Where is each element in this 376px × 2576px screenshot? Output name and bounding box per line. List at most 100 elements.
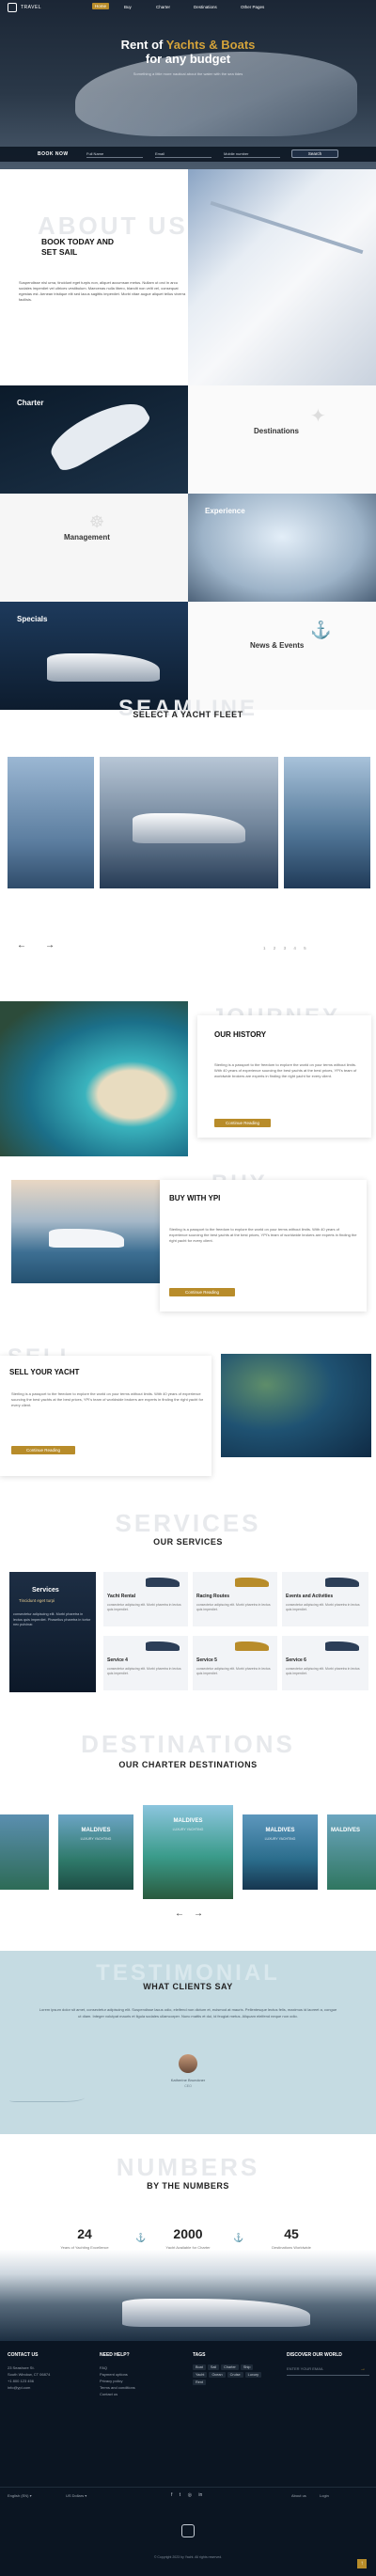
- news-tile[interactable]: ⚓ News & Events: [188, 602, 376, 710]
- footer: [0, 2341, 376, 2576]
- tag-item[interactable]: Cruise: [227, 2372, 243, 2378]
- destination-card-4[interactable]: MALDIVES: [327, 1814, 376, 1890]
- fleet-next-arrow[interactable]: →: [45, 940, 55, 950]
- buy-continue-button[interactable]: Continue Reading: [169, 1288, 235, 1296]
- management-label: Management: [64, 533, 110, 542]
- booking-label: BOOK NOW: [38, 151, 69, 157]
- service-desc-2: consectetur adipiscing elit. Morbi phare…: [196, 1603, 271, 1611]
- brand-name[interactable]: TRAVEL: [21, 5, 41, 10]
- nav-home[interactable]: Home: [92, 3, 110, 9]
- footer-discover-heading: DISCOVER OUR WORLD: [287, 2352, 342, 2358]
- linkedin-icon[interactable]: in: [198, 2492, 202, 2498]
- testimonial-avatar: [179, 2054, 197, 2073]
- hero-subtitle: Something a little more nautical about t…: [133, 71, 243, 76]
- mobile-field[interactable]: Mobile number: [224, 150, 280, 158]
- fleet-photo-1[interactable]: [8, 757, 94, 888]
- number-value-2: 2000: [173, 2226, 203, 2241]
- history-continue-button[interactable]: Continue Reading: [214, 1119, 271, 1127]
- sell-continue-button[interactable]: Continue Reading: [11, 1446, 75, 1454]
- footer-email-input[interactable]: ENTER YOUR EMAIL: [287, 2366, 369, 2376]
- anchor-icon: ⚓: [310, 620, 332, 639]
- social-icons[interactable]: f t ◎ in: [171, 2492, 202, 2498]
- specials-yacht-image: [47, 653, 160, 682]
- specials-label: Specials: [17, 615, 48, 623]
- tag-item[interactable]: Charter: [221, 2364, 239, 2370]
- tag-item[interactable]: Yacht: [193, 2372, 208, 2378]
- experience-tile[interactable]: Experience: [188, 494, 376, 602]
- tag-item[interactable]: Luxury: [244, 2372, 262, 2378]
- sell-photo: [221, 1354, 371, 1457]
- management-tile[interactable]: ☸ Management: [0, 494, 188, 602]
- service-desc-1: consectetur adipiscing elit. Morbi phare…: [107, 1603, 181, 1611]
- service-name-4: Service 4: [107, 1657, 128, 1663]
- history-text: Sterling is a passport to the freedom to…: [214, 1062, 357, 1078]
- full-name-field[interactable]: Full Name: [86, 150, 143, 158]
- nav-buy[interactable]: Buy: [124, 5, 132, 9]
- tag-item[interactable]: Boat: [193, 2364, 206, 2370]
- send-arrow-icon[interactable]: →: [360, 2366, 366, 2372]
- specials-tile[interactable]: Specials: [0, 602, 188, 710]
- footer-contact-heading: CONTACT US: [8, 2352, 39, 2358]
- fleet-photo-2[interactable]: [100, 757, 278, 888]
- search-button[interactable]: Search: [291, 149, 338, 158]
- history-photo: [0, 1001, 188, 1156]
- charter-label: Charter: [17, 399, 44, 407]
- nav-charter[interactable]: Charter: [156, 5, 170, 9]
- footer-login-link[interactable]: Login: [320, 2493, 329, 2498]
- fleet-prev-arrow[interactable]: ←: [17, 940, 26, 950]
- destinations-title: OUR CHARTER DESTINATIONS: [118, 1760, 258, 1769]
- fleet-pagination[interactable]: 1 2 3 4 5: [263, 946, 306, 950]
- news-label: News & Events: [250, 641, 305, 650]
- language-selector[interactable]: English (EN) ▾: [8, 2493, 32, 2498]
- number-label-2: Yacht Available for Charter: [165, 2245, 211, 2250]
- service-5-icon: [235, 1641, 269, 1651]
- services-feature-subtitle: Tincidunt eget turpi: [19, 1598, 55, 1603]
- about-text: Suspendisse nisl urna, tincidunt eget tu…: [19, 280, 186, 302]
- email-field[interactable]: Email: [155, 150, 212, 158]
- number-value-3: 45: [284, 2226, 299, 2241]
- destinations-label: Destinations: [254, 427, 300, 435]
- destinations-prev-arrow[interactable]: ←: [175, 1908, 184, 1919]
- numbers-yacht-image: [122, 2299, 310, 2327]
- tag-item[interactable]: Ship: [240, 2364, 254, 2370]
- destination-card-edge-left[interactable]: [0, 1814, 49, 1890]
- footer-help-heading: NEED HELP?: [100, 2352, 130, 2358]
- footer-tag-cloud: Boat Sail Charter Ship Yacht Ocean Cruis…: [193, 2364, 268, 2385]
- tag-item[interactable]: Rent: [193, 2380, 207, 2385]
- nav-other-pages[interactable]: Other Pages: [241, 5, 264, 9]
- tag-item[interactable]: Sail: [207, 2364, 220, 2370]
- fleet-title: SELECT A YACHT FLEET: [133, 710, 243, 719]
- charter-tile[interactable]: Charter: [0, 385, 188, 494]
- destination-card-1[interactable]: MALDIVES LUXURY YACHTING: [58, 1814, 133, 1890]
- sell-text: Sterling is a passport to the freedom to…: [11, 1391, 204, 1407]
- destinations-next-arrow[interactable]: →: [194, 1908, 203, 1919]
- tag-item[interactable]: Ocean: [209, 2372, 226, 2378]
- destinations-tile[interactable]: ✦ Destinations: [188, 385, 376, 494]
- destination-sub-2: LUXURY YACHTING: [172, 1828, 204, 1831]
- fleet-photo-3[interactable]: [284, 757, 370, 888]
- services-feature-text: consectetur adipiscing elit. Morbi phare…: [13, 1612, 91, 1626]
- testimonial-text: Lorem ipsum dolor sit amet, consectetur …: [39, 2007, 337, 2018]
- anchor-icon: ⚓: [233, 2233, 244, 2242]
- facebook-icon[interactable]: f: [171, 2492, 172, 2498]
- events-icon: [325, 1578, 359, 1587]
- about-heading: BOOK TODAY AND SET SAIL: [41, 237, 114, 257]
- testimonial-yacht-outline-icon: [9, 2087, 85, 2102]
- destination-card-3[interactable]: MALDIVES LUXURY YACHTING: [243, 1814, 318, 1890]
- footer-help-links[interactable]: FAQ Payment options Privacy policy Terms an…: [100, 2364, 135, 2397]
- destination-card-2[interactable]: MALDIVES LUXURY YACHTING: [143, 1805, 233, 1899]
- number-label-3: Destinations Worldwide: [272, 2245, 311, 2250]
- currency-selector[interactable]: US Dollars ▾: [66, 2493, 86, 2498]
- nav-destinations[interactable]: Destinations: [194, 5, 217, 9]
- back-to-top-button[interactable]: ↑: [357, 2559, 367, 2568]
- service-name-2: Racing Routes: [196, 1594, 230, 1599]
- footer-about-link[interactable]: About us: [291, 2493, 306, 2498]
- services-ghost-title: SERVICES: [115, 1509, 261, 1537]
- service-name-5: Service 5: [196, 1657, 217, 1663]
- numbers-ghost-title: NUMBERS: [116, 2153, 260, 2181]
- destination-sub-1: LUXURY YACHTING: [80, 1837, 112, 1841]
- destinations-ghost-title: DESTINATIONS: [81, 1730, 295, 1758]
- about-image: [188, 169, 376, 385]
- instagram-icon[interactable]: ◎: [188, 2492, 192, 2498]
- logo-icon[interactable]: [8, 3, 17, 12]
